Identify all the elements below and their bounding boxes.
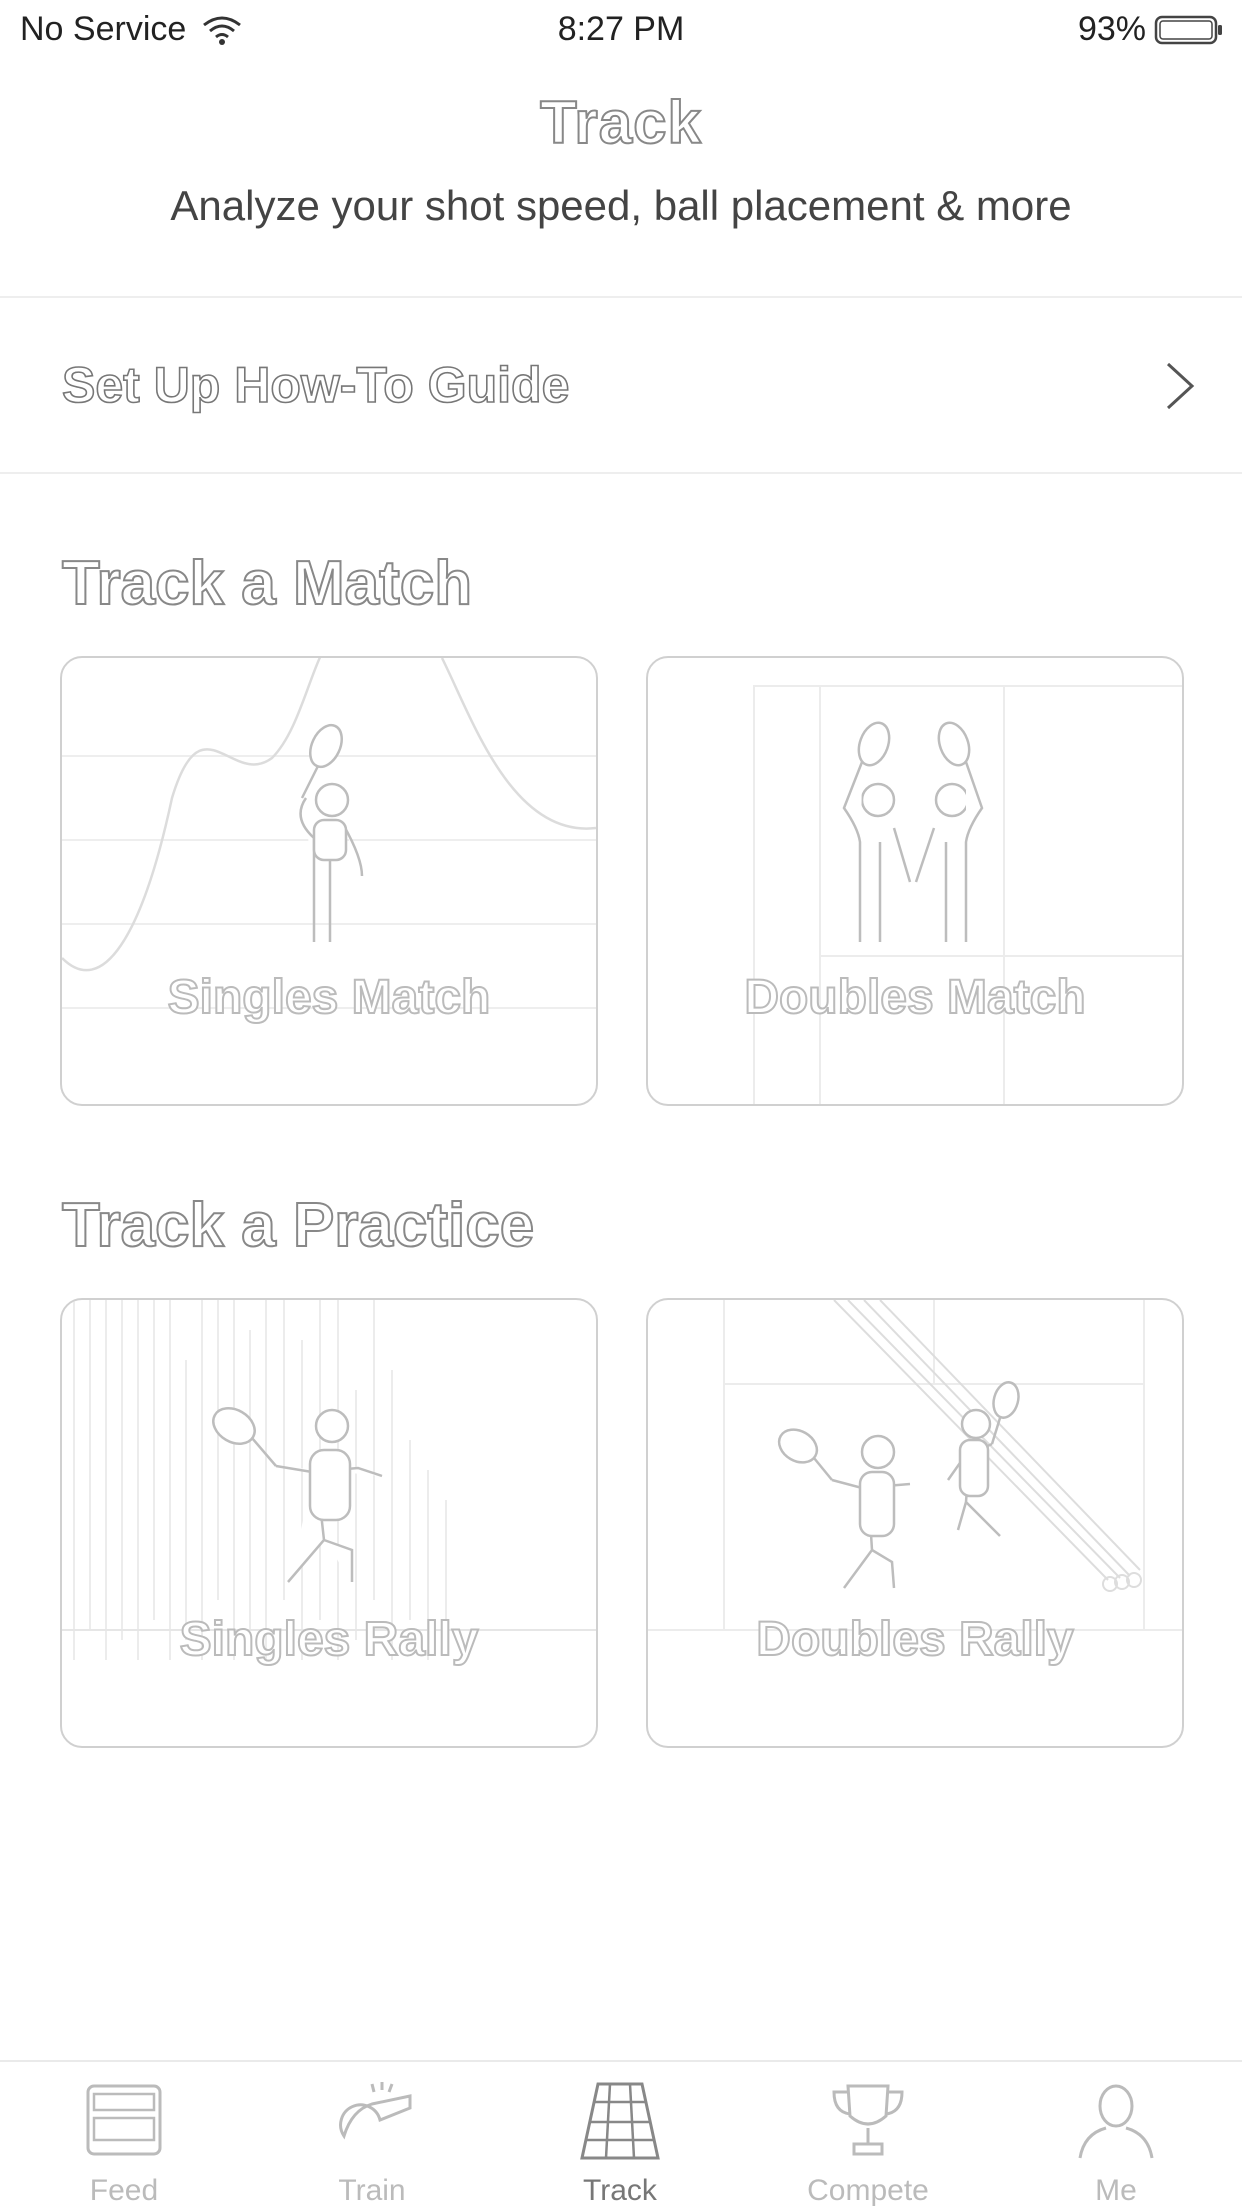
- page-title: Track: [539, 88, 702, 157]
- battery-icon: [1154, 15, 1222, 44]
- doubles-rally-illustration: [648, 1300, 1182, 1631]
- singles-match-card[interactable]: Singles Match: [60, 656, 598, 1106]
- doubles-rally-card[interactable]: Doubles Rally: [646, 1298, 1184, 1748]
- singles-rally-illustration: [62, 1300, 596, 1660]
- status-time: 8:27 PM: [557, 10, 685, 48]
- court-icon: [580, 2082, 660, 2160]
- tab-me[interactable]: Me: [992, 2062, 1240, 2210]
- battery-percent: 93%: [1077, 10, 1146, 48]
- tab-feed[interactable]: Feed: [0, 2062, 248, 2210]
- section-title-match: Track a Match: [61, 548, 473, 619]
- tab-label: Compete: [807, 2174, 929, 2207]
- card-label: Singles Match: [167, 970, 492, 1025]
- tab-compete[interactable]: Compete: [744, 2062, 992, 2210]
- divider: [0, 472, 1242, 474]
- singles-rally-card[interactable]: Singles Rally: [60, 1298, 598, 1748]
- section-title-practice: Track a Practice: [61, 1190, 535, 1261]
- tab-track[interactable]: Track: [496, 2062, 744, 2210]
- person-icon: [1078, 2084, 1154, 2159]
- page-subtitle: Analyze your shot speed, ball placement …: [170, 182, 1072, 229]
- singles-match-illustration: [62, 658, 596, 1009]
- status-right: 93%: [1078, 10, 1224, 49]
- divider: [0, 296, 1242, 298]
- tab-label: Feed: [89, 2174, 159, 2207]
- tab-train[interactable]: Train: [248, 2062, 496, 2210]
- doubles-match-illustration: [753, 685, 1182, 1104]
- card-label: Doubles Rally: [755, 1612, 1074, 1667]
- chevron-right-icon: [1166, 362, 1195, 410]
- tab-bar: Feed Train Track Compete Me: [0, 2060, 1242, 2210]
- trophy-icon: [832, 2084, 904, 2156]
- card-label: Doubles Match: [743, 970, 1086, 1025]
- setup-guide-row[interactable]: Set Up How-To Guide: [0, 300, 1242, 472]
- doubles-match-card[interactable]: Doubles Match: [646, 656, 1184, 1106]
- tab-label: Track: [583, 2174, 657, 2207]
- setup-guide-label: Set Up How-To Guide: [61, 356, 570, 414]
- status-bar: No Service 8:27 PM 93%: [0, 0, 1242, 60]
- feed-icon: [86, 2084, 162, 2156]
- tab-label: Me: [1095, 2174, 1137, 2207]
- whistle-icon: [339, 2082, 412, 2140]
- card-label: Singles Rally: [179, 1612, 480, 1667]
- tab-label: Train: [338, 2174, 406, 2207]
